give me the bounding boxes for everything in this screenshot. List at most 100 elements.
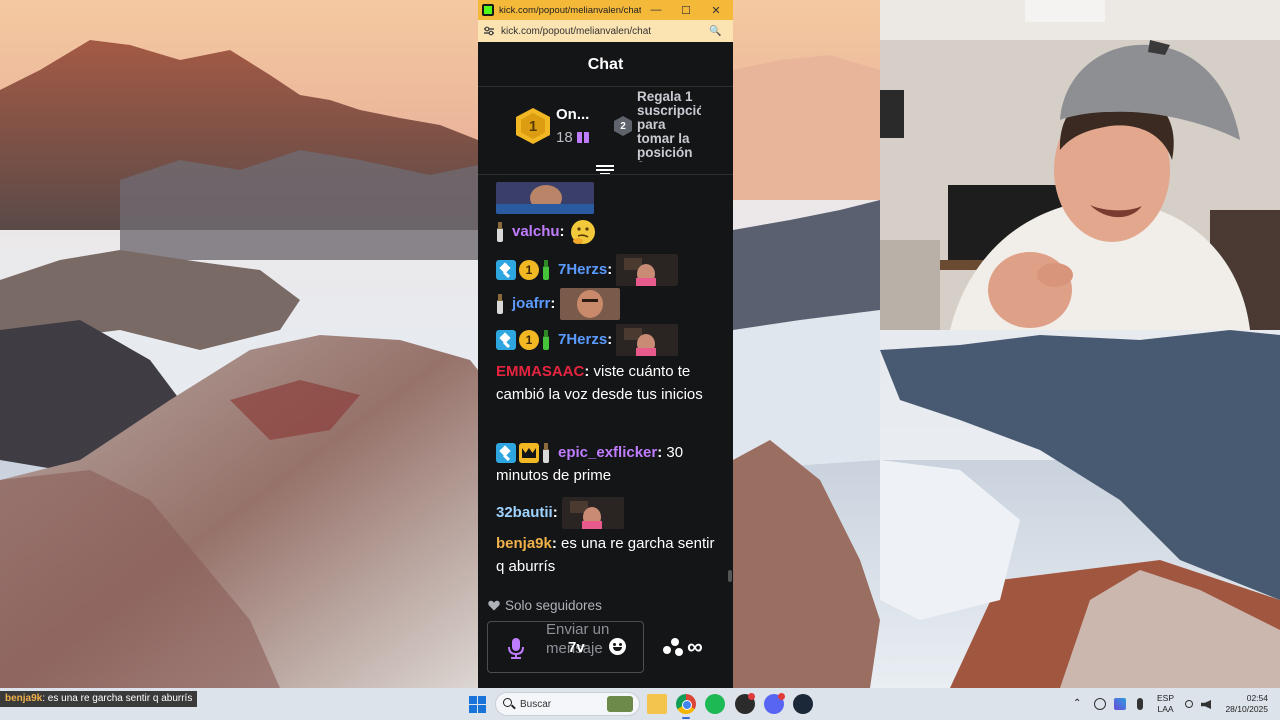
video-emote: [616, 324, 679, 356]
bottle-badge-icon: [542, 260, 550, 280]
maximize-icon[interactable]: ☐: [671, 0, 701, 20]
video-emote: [561, 497, 624, 529]
chat-username[interactable]: valchu: [512, 223, 560, 240]
zoom-icon[interactable]: 🔍: [709, 26, 721, 37]
video-emote: [616, 254, 679, 286]
chat-username[interactable]: EMMASAAC: [496, 363, 584, 380]
colon: :: [607, 260, 617, 278]
rank-1-number: 1: [521, 113, 545, 139]
chat-message[interactable]: EMMASAAC: viste cuánto te cambió la voz …: [496, 360, 718, 406]
chat-message[interactable]: joafrr:: [496, 288, 718, 320]
moderator-badge-icon: [496, 330, 516, 350]
face-emote: [559, 288, 620, 320]
leader-name[interactable]: On...: [556, 106, 589, 123]
leader-count-value: 18: [556, 129, 573, 146]
gift-icon: [576, 130, 589, 143]
language-top: ESP: [1157, 693, 1175, 703]
colon: :: [559, 222, 569, 240]
address-bar[interactable]: kick.com/popout/melianvalen/chat 🔍: [478, 20, 733, 42]
colon: :: [584, 363, 594, 380]
emoji-icon[interactable]: [609, 638, 626, 655]
divider: [478, 86, 733, 87]
7tv-button[interactable]: 7v: [568, 639, 585, 656]
cropped-emote: [496, 182, 594, 214]
followers-only-notice: Solo seguidores: [488, 598, 602, 613]
crown-badge-icon: [519, 443, 539, 464]
chat-message[interactable]: epic_exflicker: 30 minutos de prime: [496, 441, 718, 487]
chrome-icon[interactable]: [676, 694, 696, 714]
tune-icon[interactable]: [483, 25, 495, 37]
chat-message[interactable]: benja9k: es una re garcha sentir q aburr…: [496, 532, 718, 578]
bottle-badge-icon: [542, 330, 550, 350]
thinking-emote: [569, 218, 597, 246]
chat-header: Chat: [587, 56, 624, 73]
chat-username[interactable]: 7Herzs: [558, 261, 607, 278]
network-icon[interactable]: [1185, 700, 1193, 708]
gifter-badge-icon: 1: [519, 260, 539, 280]
volume-icon[interactable]: [1201, 700, 1211, 709]
steam-icon[interactable]: [793, 694, 813, 714]
colon: :: [552, 503, 562, 521]
chat-message[interactable]: 32bautii:: [496, 497, 718, 529]
chat-username[interactable]: joafrr: [512, 295, 550, 312]
clock-date: 28/10/2025: [1225, 704, 1268, 714]
minimize-icon[interactable]: —: [641, 0, 671, 20]
active-indicator: [682, 717, 690, 719]
language-bottom: LAA: [1157, 704, 1174, 714]
window-titlebar[interactable]: kick.com/popout/melianvalen/chat - G... …: [478, 0, 733, 20]
chat-message[interactable]: 1 7Herzs:: [496, 324, 718, 356]
rank-2-badge: 2: [614, 116, 632, 136]
moderator-badge-icon: [496, 260, 516, 280]
chat-message[interactable]: 1 7Herzs:: [496, 254, 718, 286]
search-highlight-image: [607, 696, 633, 712]
folder-icon[interactable]: [647, 694, 667, 714]
dots-icon[interactable]: [662, 637, 684, 657]
pause-chat-icon[interactable]: [596, 165, 614, 179]
language-indicator[interactable]: ESP LAA: [1157, 693, 1174, 715]
chat-input[interactable]: Enviar un mensaje 7v: [487, 621, 644, 673]
colon: :: [607, 330, 617, 348]
chat-ticker: benja9k: es una re garcha sentir q aburr…: [0, 691, 198, 707]
notification-dot: [778, 693, 785, 700]
bottle-badge-icon: [542, 443, 550, 464]
webcam-overlay: [880, 0, 1280, 330]
sync-icon[interactable]: [1094, 698, 1106, 710]
ticker-user: benja9k: [5, 693, 43, 704]
windows-start-icon[interactable]: [469, 696, 486, 713]
url-text: kick.com/popout/melianvalen/chat: [501, 25, 652, 37]
search-label: Buscar: [520, 698, 552, 710]
moderator-badge-icon: [496, 443, 516, 464]
chat-username[interactable]: 32bautii: [496, 504, 553, 521]
clock-time: 02:54: [1246, 693, 1268, 703]
spotify-icon[interactable]: [705, 694, 725, 714]
colon: :: [550, 294, 560, 312]
pen-icon[interactable]: [1114, 698, 1126, 710]
clock[interactable]: 02:54 28/10/2025: [1222, 693, 1268, 715]
chat-username[interactable]: 7Herzs: [558, 331, 607, 348]
mic-icon[interactable]: [506, 637, 526, 659]
chat-popup-window: kick.com/popout/melianvalen/chat - G... …: [478, 0, 733, 688]
close-icon[interactable]: ✕: [701, 0, 731, 20]
recording-dot: [748, 693, 755, 700]
bottle-badge-icon: [496, 294, 504, 314]
chat-messages[interactable]: valchu: 1 7Herzs: joafrr: 1 7Herzs: EMMASA…: [478, 182, 733, 582]
taskbar-search[interactable]: Buscar: [495, 692, 640, 716]
ticker-text: : es una re garcha sentir q aburrís: [42, 693, 193, 704]
chat-scrollbar[interactable]: [728, 570, 732, 582]
microphone-tray-icon[interactable]: [1137, 698, 1143, 710]
search-icon: [503, 698, 515, 710]
tray-chevron-icon[interactable]: ⌃: [1073, 698, 1085, 710]
rank-2-promo[interactable]: Regala 1 suscripción para tomar la posic…: [637, 90, 701, 162]
infinity-icon[interactable]: ∞: [687, 636, 703, 658]
kick-favicon: [482, 4, 494, 16]
divider: [478, 174, 733, 175]
chat-message[interactable]: valchu:: [496, 218, 718, 246]
bottle-badge-icon: [496, 222, 504, 242]
windows-taskbar: benja9k: es una re garcha sentir q aburr…: [0, 688, 1280, 720]
heart-icon: [488, 600, 500, 611]
chat-username[interactable]: benja9k: [496, 535, 552, 552]
gifter-badge-icon: 1: [519, 330, 539, 350]
chat-username[interactable]: epic_exflicker: [558, 444, 657, 461]
colon: :: [551, 535, 562, 552]
leader-count: 18: [556, 129, 589, 146]
